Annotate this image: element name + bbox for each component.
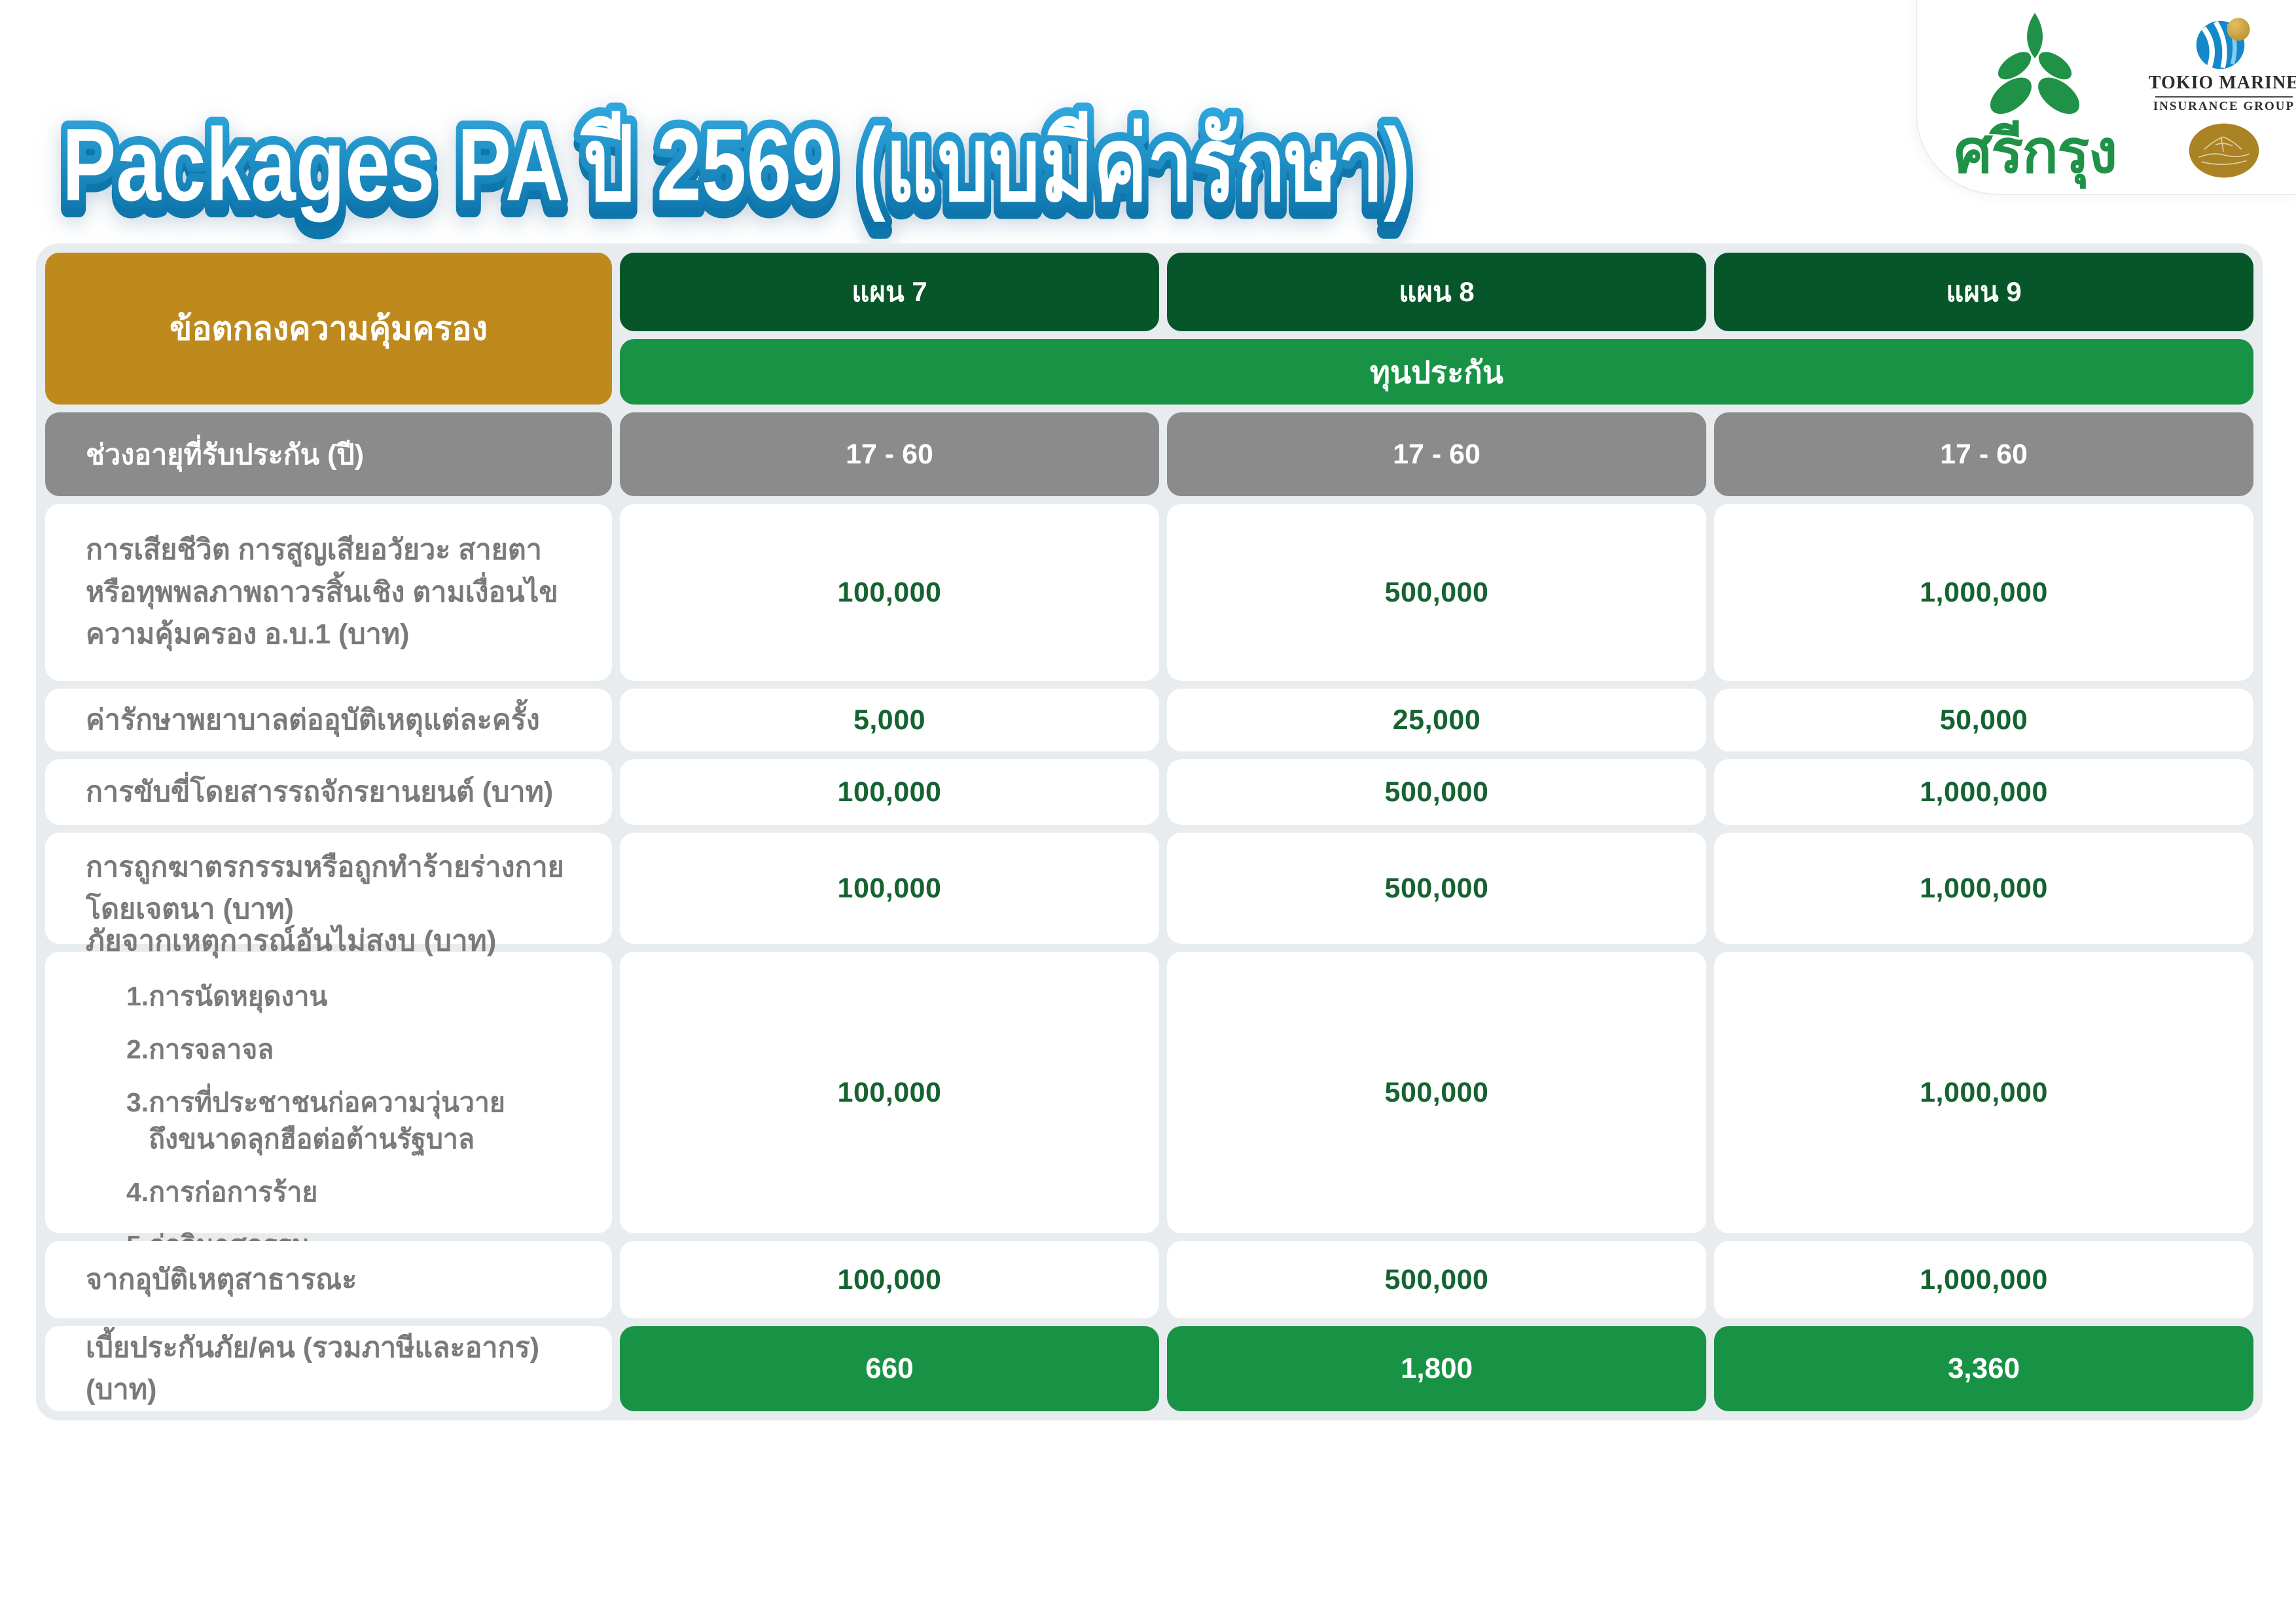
sum-insured-band: ทุนประกัน [620,339,2253,405]
cell-value: 500,000 [1385,577,1489,609]
page-title: Packages PA ปี 2569 (แบบมีค่ารักษา) [56,58,1469,257]
tokio-marine-logo: TOKIO MARINE INSURANCE GROUP [2150,12,2296,179]
table-cell: 1,000,000 [1714,1241,2253,1318]
age-plan9-cell: 17 - 60 [1714,412,2253,496]
premium-plan8-cell: 1,800 [1167,1326,1706,1411]
cell-value: 100,000 [838,1264,942,1296]
row-label: การเสียชีวิต การสูญเสียอวัยวะ สายตา หรือ… [45,516,584,669]
sub-item: 1.การนัดหยุดงาน [86,979,327,1015]
table-cell: 1,000,000 [1714,952,2253,1233]
age-row-label: ช่วงอายุที่รับประกัน (ปี) [86,432,364,477]
premium-value: 3,360 [1948,1352,2020,1385]
cell-value: 1,000,000 [1920,1264,2048,1296]
cell-value: 500,000 [1385,1077,1489,1109]
plan7-label: แผน 7 [852,270,927,314]
table-cell: 100,000 [620,504,1159,681]
row-label: จากอุบัติเหตุสาธารณะ [45,1246,383,1314]
table-cell: 100,000 [620,833,1159,944]
row-label: ค่ารักษาพยาบาลต่ออุบัติเหตุแต่ละครั้ง [45,686,566,755]
plan9-header-cell: แผน 9 [1714,253,2253,331]
table-cell: 500,000 [1167,1241,1706,1318]
srikrung-plant-icon [1986,10,2084,118]
cell-value: 1,000,000 [1920,776,2048,808]
coverage-header-label: ข้อตกลงความคุ้มครอง [170,303,488,355]
sub-item: 2.การจลาจล [86,1032,274,1068]
row-label-cell: จากอุบัติเหตุสาธารณะ [45,1241,612,1318]
sub-item: 3.การที่ประชาชนก่อความวุ่นวาย ถึงขนาดลุก… [86,1085,505,1157]
table-cell: 100,000 [620,952,1159,1233]
cell-value: 100,000 [838,873,942,905]
cell-value: 1,000,000 [1920,1077,2048,1109]
cell-value: 100,000 [838,577,942,609]
premium-value: 660 [865,1352,913,1385]
row-label-cell: ค่ารักษาพยาบาลต่ออุบัติเหตุแต่ละครั้ง [45,689,612,751]
row-label: เบี้ยประกันภัย/คน (รวมภาษีและอากร) (บาท) [45,1314,612,1424]
cell-value: 50,000 [1940,704,2028,736]
gold-emblem-icon [2187,122,2261,179]
sub-item: 4.การก่อการร้าย [86,1174,317,1210]
coverage-header-cell: ข้อตกลงความคุ้มครอง [45,253,612,405]
title-text: Packages PA ปี 2569 (แบบมีค่ารักษา) [62,107,1410,223]
row-label-cell: ภัยจากเหตุการณ์อันไม่สงบ (บาท) 1.การนัดห… [45,952,612,1233]
sum-insured-label: ทุนประกัน [1370,348,1503,397]
table-cell: 100,000 [620,1241,1159,1318]
table-cell: 1,000,000 [1714,504,2253,681]
table-cell: 50,000 [1714,689,2253,751]
age-row-label-cell: ช่วงอายุที่รับประกัน (ปี) [45,412,612,496]
srikrung-logo: ศรีกรุง [1954,10,2117,182]
table-cell: 500,000 [1167,504,1706,681]
srikrung-wordmark: ศรีกรุง [1954,122,2117,182]
brand-card: ศรีกรุง TOKIO MARINE INSURANCE GROUP [1916,0,2296,195]
table-cell: 500,000 [1167,759,1706,825]
tokio-marine-globe-icon [2194,12,2254,73]
tokio-marine-wordmark: TOKIO MARINE [2149,73,2296,94]
age-plan7-cell: 17 - 60 [620,412,1159,496]
cell-value: 100,000 [838,1077,942,1109]
age-plan8-value: 17 - 60 [1393,439,1480,471]
plan9-label: แผน 9 [1946,270,2021,314]
row-label: การขับขี่โดยสารรถจักรยานยนต์ (บาท) [45,758,579,827]
table-cell: 1,000,000 [1714,759,2253,825]
table-cell: 500,000 [1167,952,1706,1233]
table-cell: 500,000 [1167,833,1706,944]
age-plan7-value: 17 - 60 [846,439,933,471]
table-cell: 25,000 [1167,689,1706,751]
cell-value: 25,000 [1393,704,1481,736]
row-label-cell: การขับขี่โดยสารรถจักรยานยนต์ (บาท) [45,759,612,825]
cell-value: 1,000,000 [1920,577,2048,609]
cell-value: 500,000 [1385,776,1489,808]
row-label: ภัยจากเหตุการณ์อันไม่สงบ (บาท) [86,921,496,962]
table-cell: 5,000 [620,689,1159,751]
page: { "title": "Packages PA ปี 2569 (แบบมีค่… [0,0,2296,1624]
cell-value: 500,000 [1385,873,1489,905]
plan8-header-cell: แผน 8 [1167,253,1706,331]
table-cell: 1,000,000 [1714,833,2253,944]
plan7-header-cell: แผน 7 [620,253,1159,331]
cell-value: 1,000,000 [1920,873,2048,905]
cell-value: 100,000 [838,776,942,808]
row-label-cell: การเสียชีวิต การสูญเสียอวัยวะ สายตา หรือ… [45,504,612,681]
table-cell: 100,000 [620,759,1159,825]
premium-value: 1,800 [1401,1352,1473,1385]
cell-value: 500,000 [1385,1264,1489,1296]
packages-table: ข้อตกลงความคุ้มครอง แผน 7 แผน 8 แผน 9 ทุ… [36,244,2263,1420]
age-plan8-cell: 17 - 60 [1167,412,1706,496]
premium-plan9-cell: 3,360 [1714,1326,2253,1411]
premium-row-label-cell: เบี้ยประกันภัย/คน (รวมภาษีและอากร) (บาท) [45,1326,612,1411]
plan8-label: แผน 8 [1399,270,1474,314]
cell-value: 5,000 [853,704,925,736]
age-plan9-value: 17 - 60 [1940,439,2028,471]
premium-plan7-cell: 660 [620,1326,1159,1411]
insurance-group-label: INSURANCE GROUP [2153,99,2295,114]
title-bubble-text: Packages PA ปี 2569 (แบบมีค่ารักษา) [56,58,1469,254]
tokio-divider [2155,96,2293,98]
